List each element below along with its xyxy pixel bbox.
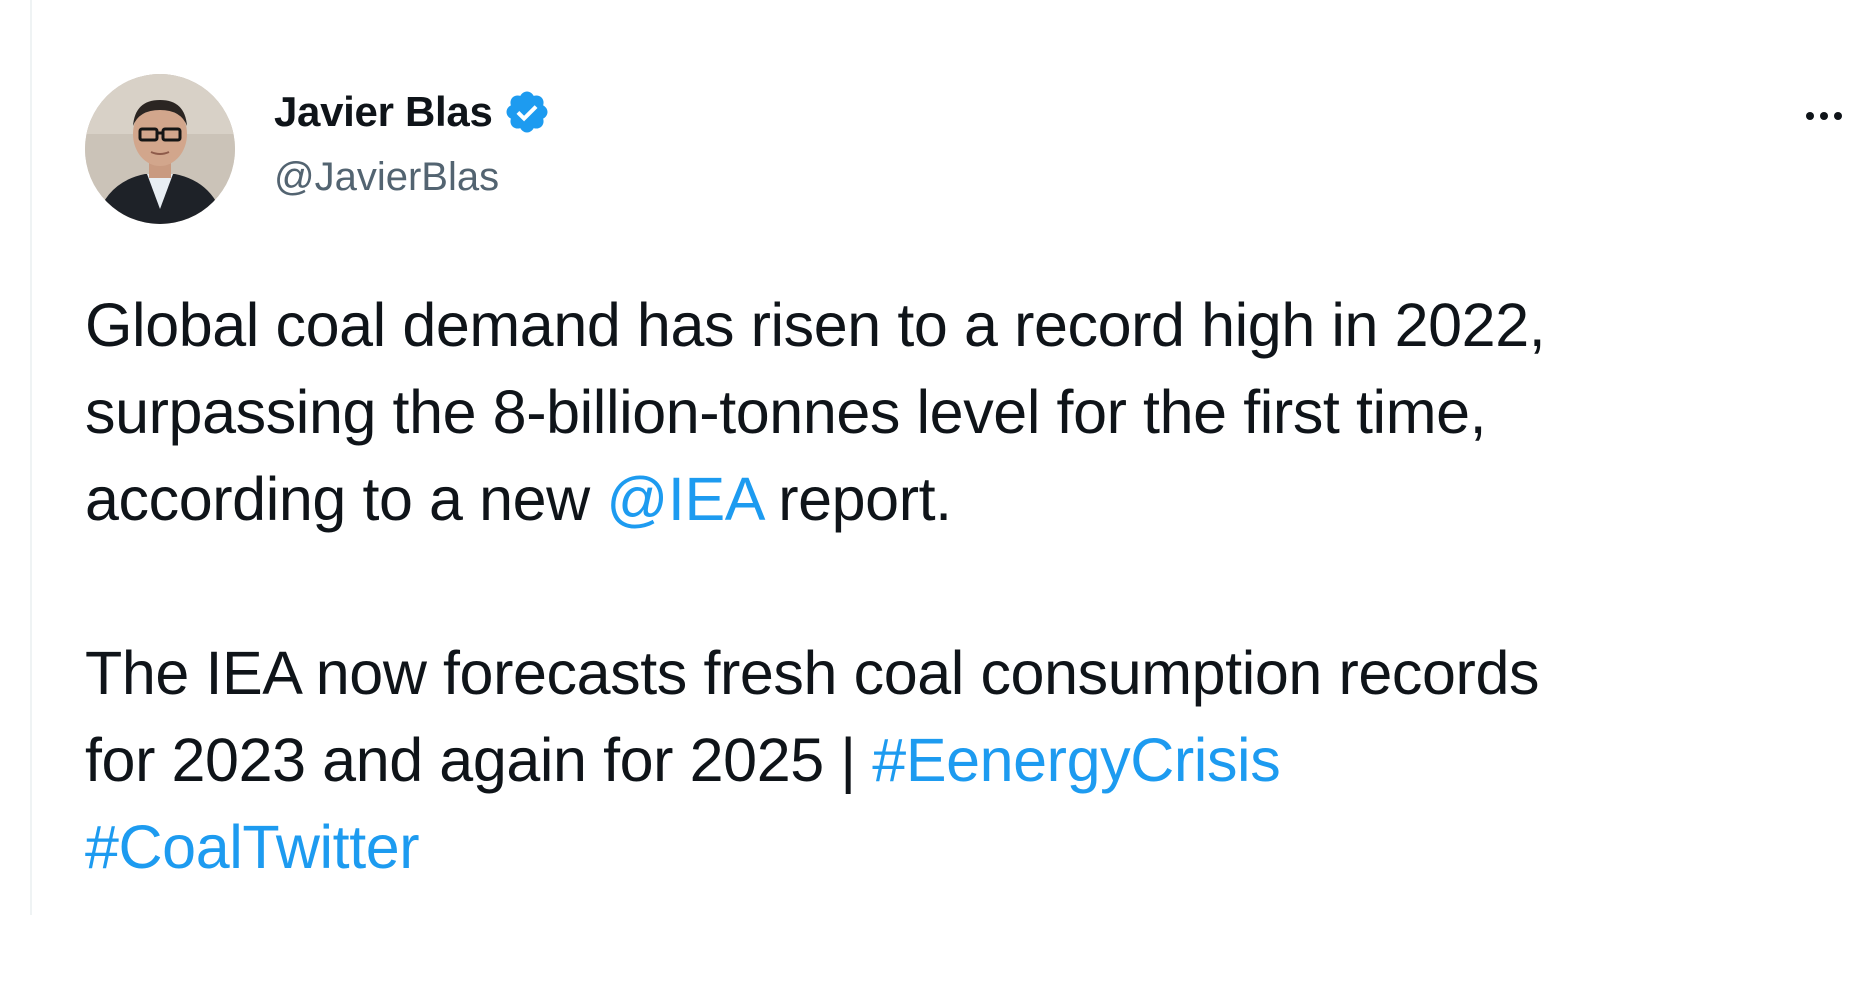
hashtag-link-energy-crisis[interactable]: #EenergyCrisis <box>872 726 1280 794</box>
more-options-icon-dot <box>1820 112 1828 120</box>
more-options-button[interactable] <box>1794 96 1854 136</box>
tweet-line: surpassing the 8-billion-tonnes level fo… <box>85 378 1487 446</box>
tweet-text-segment: report. <box>761 465 952 533</box>
tweet-line: for 2023 and again for 2025 | #EenergyCr… <box>85 717 1865 804</box>
tweet-line: according to a new @IEA report. <box>85 456 1865 543</box>
tweet-text-segment: according to a new <box>85 465 607 533</box>
author-name-row[interactable]: Javier Blas <box>274 88 551 136</box>
author-display-name[interactable]: Javier Blas <box>274 88 493 136</box>
avatar-image <box>85 74 235 224</box>
tweet-line: Global coal demand has risen to a record… <box>85 291 1546 359</box>
author-handle[interactable]: @JavierBlas <box>274 155 499 200</box>
avatar[interactable] <box>85 74 235 224</box>
more-options-icon <box>1806 112 1814 120</box>
verified-badge-icon <box>506 91 548 133</box>
mention-link-iea[interactable]: @IEA <box>606 465 762 533</box>
more-options-icon-dot <box>1834 112 1842 120</box>
hashtag-link-coal-twitter[interactable]: #CoalTwitter <box>85 813 420 881</box>
tweet-card: Javier Blas @JavierBlas Global coal dema… <box>30 0 1865 915</box>
tweet-text: Global coal demand has risen to a record… <box>85 282 1865 891</box>
tweet-text-segment: for 2023 and again for 2025 | <box>85 726 873 794</box>
tweet-line: #CoalTwitter <box>85 804 1865 891</box>
tweet-line: The IEA now forecasts fresh coal consump… <box>85 639 1540 707</box>
